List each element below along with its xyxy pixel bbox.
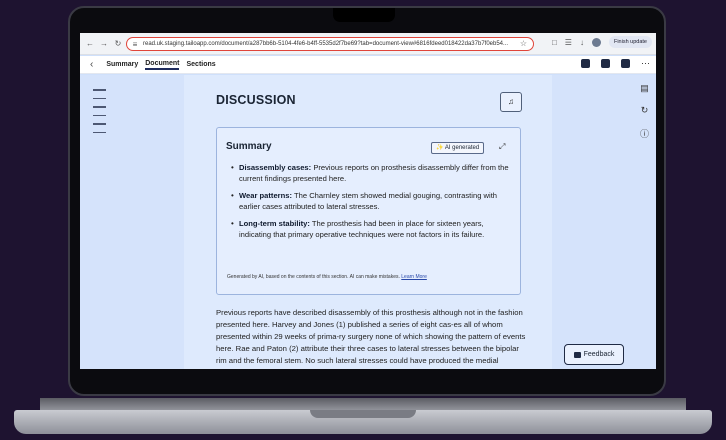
profile-avatar[interactable] [591, 37, 601, 47]
refresh-icon[interactable]: ↻ [640, 105, 649, 116]
share-icon[interactable] [621, 59, 630, 68]
ai-generated-badge: ✨ AI generated [431, 142, 485, 154]
more-options-icon[interactable]: ⋯ [641, 59, 650, 68]
url-text: read.uk.staging.tailoapp.com/document/a2… [143, 41, 509, 47]
tab-document[interactable]: Document [145, 60, 180, 70]
screen: ← → ↻ ≡ read.uk.staging.tailoapp.com/doc… [80, 33, 656, 369]
section-title: DISCUSSION [216, 93, 296, 107]
feedback-label: Feedback [583, 351, 615, 358]
chat-bubble-icon [573, 351, 581, 358]
summary-bullets: Disassembly cases: Previous reports on p… [231, 162, 511, 246]
side-tools: ▤ ↻ ⓘ [640, 83, 649, 140]
book-icon[interactable]: ▤ [640, 83, 649, 94]
reload-icon[interactable]: ↻ [114, 39, 122, 48]
app-header: ‹ Summary Document Sections ⋯ [80, 56, 656, 74]
chat-icon[interactable] [581, 59, 590, 68]
right-sidebar: ▤ ↻ ⓘ [552, 75, 656, 369]
summary-bullet: Disassembly cases: Previous reports on p… [231, 162, 511, 184]
summary-card: Summary ✨ AI generated ⤢ Disassembly cas… [216, 127, 521, 295]
headphones-button[interactable]: ♫ [500, 92, 522, 112]
cast-icon[interactable]: ☰ [565, 38, 572, 47]
summary-bullet: Wear patterns: The Charnley stem showed … [231, 190, 511, 212]
summary-disclaimer: Generated by AI, based on the contents o… [227, 274, 427, 280]
feedback-button[interactable]: Feedback [564, 344, 624, 365]
edit-icon[interactable] [601, 59, 610, 68]
left-sidebar [80, 75, 184, 369]
finish-update-button[interactable]: Finish update [608, 36, 652, 48]
table-of-contents-icon[interactable] [93, 89, 106, 133]
camera-notch [333, 8, 395, 22]
tab-summary[interactable]: Summary [106, 61, 138, 68]
extensions-icon[interactable]: □ [552, 38, 557, 47]
summary-bullet: Long-term stability: The prosthesis had … [231, 218, 511, 240]
expand-icon[interactable]: ⤢ [499, 142, 505, 152]
forward-arrow-icon[interactable]: → [100, 39, 108, 48]
alert-icon[interactable]: ⓘ [640, 127, 649, 140]
back-arrow-icon[interactable]: ← [86, 39, 94, 48]
document-pane: DISCUSSION ♫ Summary ✨ AI generated ⤢ Di… [184, 75, 552, 369]
tab-sections[interactable]: Sections [186, 61, 215, 68]
summary-title: Summary [226, 141, 272, 152]
laptop-hinge [310, 410, 416, 418]
back-chevron-icon[interactable]: ‹ [90, 59, 93, 70]
address-bar[interactable]: ≡ read.uk.staging.tailoapp.com/document/… [126, 37, 534, 51]
header-actions: ⋯ [581, 59, 650, 68]
download-icon[interactable]: ↓ [580, 38, 584, 47]
site-settings-icon[interactable]: ≡ [131, 40, 139, 49]
browser-actions: □ ☰ ↓ Finish update [552, 36, 652, 48]
bookmark-star-icon[interactable]: ☆ [520, 39, 527, 48]
ai-badge-label: AI generated [444, 145, 480, 151]
learn-more-link[interactable]: Learn More [401, 274, 427, 280]
section-body-text: Previous reports have described disassem… [216, 308, 526, 365]
